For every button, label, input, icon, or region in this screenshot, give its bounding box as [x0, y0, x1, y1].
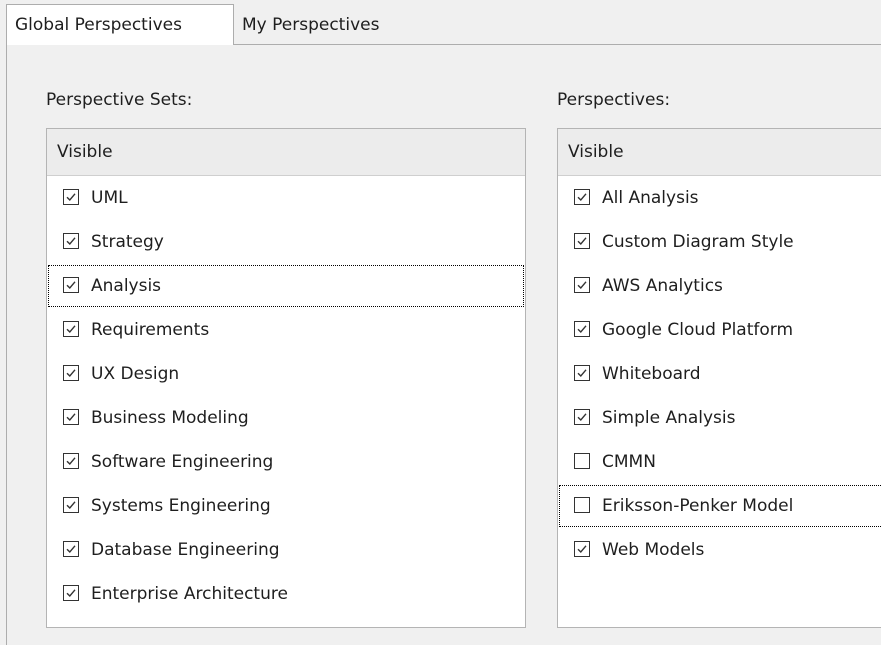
- checkbox-checked[interactable]: [574, 321, 590, 337]
- checkmark-icon: [66, 237, 76, 246]
- perspectives-list[interactable]: Visible All Analysis Custom Diagram Style…: [557, 128, 881, 628]
- list-item-label: Whiteboard: [602, 364, 701, 384]
- checkmark-icon: [577, 325, 587, 334]
- list-item[interactable]: Enterprise Architecture: [47, 572, 525, 616]
- checkmark-icon: [577, 237, 587, 246]
- checkbox-checked[interactable]: [574, 541, 590, 557]
- checkmark-icon: [66, 413, 76, 422]
- list-item[interactable]: Google Cloud Platform: [558, 308, 881, 352]
- list-item[interactable]: UX Design: [47, 352, 525, 396]
- list-item[interactable]: Business Modeling: [47, 396, 525, 440]
- checkbox-checked[interactable]: [63, 541, 79, 557]
- list-item[interactable]: Systems Engineering: [47, 484, 525, 528]
- list-item[interactable]: Custom Diagram Style: [558, 220, 881, 264]
- list-item-label: Eriksson-Penker Model: [602, 496, 794, 516]
- checkmark-icon: [66, 325, 76, 334]
- checkbox-checked[interactable]: [574, 189, 590, 205]
- checkbox-unchecked[interactable]: [574, 497, 590, 513]
- checkbox-checked[interactable]: [574, 233, 590, 249]
- checkbox-checked[interactable]: [63, 497, 79, 513]
- list-item-label: UX Design: [91, 364, 180, 384]
- checkmark-icon: [66, 369, 76, 378]
- perspectives-rows: All Analysis Custom Diagram Style AWS Anal…: [558, 176, 881, 572]
- list-item-label: UML: [91, 188, 128, 208]
- list-item[interactable]: Database Engineering: [47, 528, 525, 572]
- checkmark-icon: [577, 193, 587, 202]
- list-item[interactable]: Whiteboard: [558, 352, 881, 396]
- list-item-label: All Analysis: [602, 188, 699, 208]
- tab-my-perspectives[interactable]: My Perspectives: [234, 6, 434, 44]
- list-item-label: Database Engineering: [91, 540, 280, 560]
- checkbox-unchecked[interactable]: [574, 453, 590, 469]
- checkbox-checked[interactable]: [63, 321, 79, 337]
- checkmark-icon: [66, 545, 76, 554]
- list-item-label: Custom Diagram Style: [602, 232, 794, 252]
- list-item-label: Enterprise Architecture: [91, 584, 288, 604]
- checkmark-icon: [577, 413, 587, 422]
- checkbox-checked[interactable]: [574, 409, 590, 425]
- list-item[interactable]: Analysis: [47, 264, 525, 308]
- perspective-sets-rows: UML Strategy Analysis Requirements UX Design…: [47, 176, 525, 616]
- list-item-label: CMMN: [602, 452, 656, 472]
- list-item[interactable]: Strategy: [47, 220, 525, 264]
- checkmark-icon: [66, 589, 76, 598]
- checkmark-icon: [66, 501, 76, 510]
- list-item[interactable]: Simple Analysis: [558, 396, 881, 440]
- list-item-label: Simple Analysis: [602, 408, 736, 428]
- checkbox-checked[interactable]: [574, 277, 590, 293]
- checkmark-icon: [577, 545, 587, 554]
- list-item[interactable]: UML: [47, 176, 525, 220]
- list-item[interactable]: All Analysis: [558, 176, 881, 220]
- list-item-label: Analysis: [91, 276, 162, 296]
- checkmark-icon: [66, 281, 76, 290]
- list-item[interactable]: AWS Analytics: [558, 264, 881, 308]
- checkbox-checked[interactable]: [63, 409, 79, 425]
- list-item-label: Business Modeling: [91, 408, 249, 428]
- list-item-label: Strategy: [91, 232, 164, 252]
- checkmark-icon: [66, 193, 76, 202]
- perspectives-label: Perspectives:: [557, 90, 671, 110]
- checkbox-checked[interactable]: [574, 365, 590, 381]
- checkbox-checked[interactable]: [63, 453, 79, 469]
- list-item[interactable]: Eriksson-Penker Model: [558, 484, 881, 528]
- list-item[interactable]: Web Models: [558, 528, 881, 572]
- checkbox-checked[interactable]: [63, 277, 79, 293]
- checkbox-checked[interactable]: [63, 365, 79, 381]
- list-item-label: Web Models: [602, 540, 705, 560]
- tab-strip: Global Perspectives My Perspectives: [0, 0, 881, 45]
- checkmark-icon: [577, 369, 587, 378]
- checkbox-checked[interactable]: [63, 585, 79, 601]
- checkbox-checked[interactable]: [63, 189, 79, 205]
- perspectives-visible-header[interactable]: Visible: [558, 129, 881, 176]
- tab-global-perspectives[interactable]: Global Perspectives: [6, 4, 234, 45]
- list-item-label: Requirements: [91, 320, 210, 340]
- checkmark-icon: [66, 457, 76, 466]
- list-item-label: Google Cloud Platform: [602, 320, 794, 340]
- list-item-label: AWS Analytics: [602, 276, 723, 296]
- perspective-sets-list[interactable]: Visible UML Strategy Analysis Requirements U…: [46, 128, 526, 628]
- perspective-sets-label: Perspective Sets:: [46, 90, 193, 110]
- list-item[interactable]: Requirements: [47, 308, 525, 352]
- checkmark-icon: [577, 281, 587, 290]
- perspective-sets-visible-header[interactable]: Visible: [47, 129, 525, 176]
- list-item-label: Software Engineering: [91, 452, 274, 472]
- checkbox-checked[interactable]: [63, 233, 79, 249]
- list-item[interactable]: CMMN: [558, 440, 881, 484]
- list-item[interactable]: Software Engineering: [47, 440, 525, 484]
- list-item-label: Systems Engineering: [91, 496, 271, 516]
